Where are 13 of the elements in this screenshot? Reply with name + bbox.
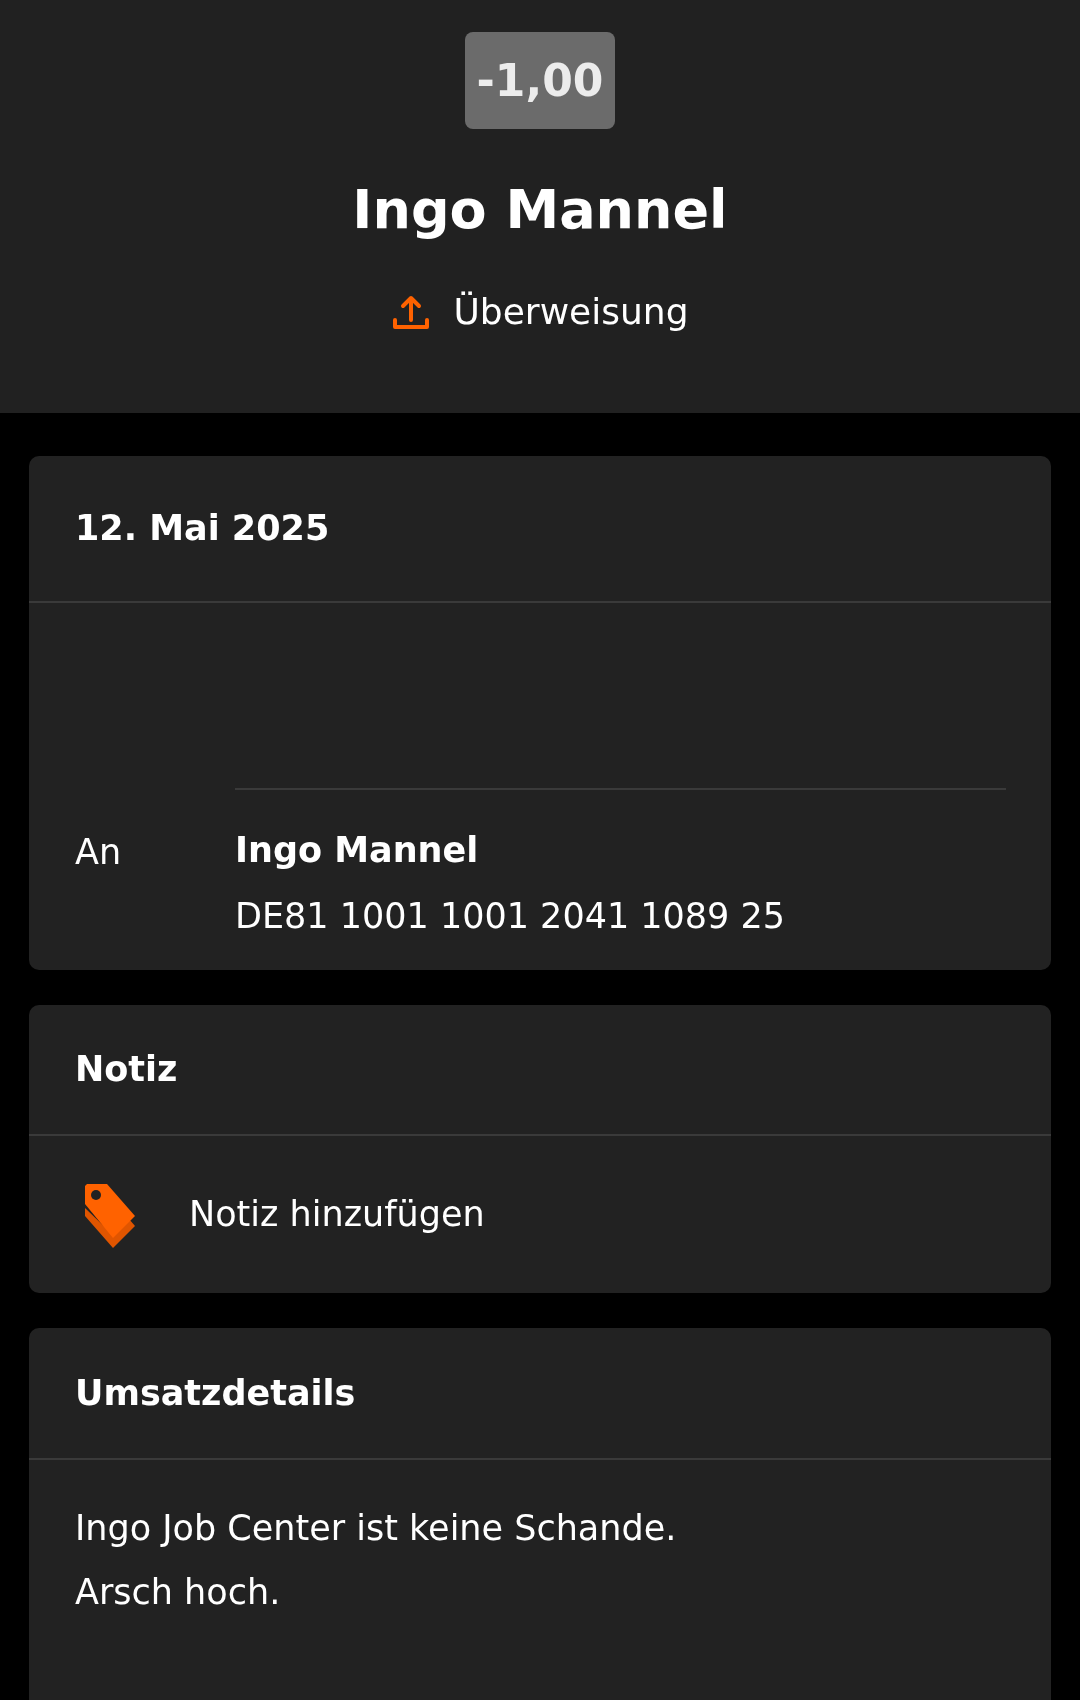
recipient-label: An: [75, 831, 123, 874]
upload-icon: [391, 294, 430, 330]
details-text: Ingo Job Center ist keine Schande.: [75, 1507, 678, 1550]
add-note-button[interactable]: Notiz hinzufügen: [29, 1136, 1051, 1293]
iban-text: DE81 1001 1001 2041 1089 25: [235, 895, 786, 938]
transaction-type: Überweisung: [453, 290, 689, 334]
details-heading: Umsatzdetails: [75, 1371, 356, 1415]
date-heading: 12. Mai 2025: [75, 507, 330, 551]
payee-name: Ingo Mannel: [352, 183, 728, 237]
amount-badge: -1,00: [464, 32, 616, 129]
details-text: Arsch hoch.: [75, 1571, 282, 1614]
note-heading: Notiz: [75, 1048, 178, 1092]
recipient-name: Ingo Mannel: [235, 829, 480, 872]
